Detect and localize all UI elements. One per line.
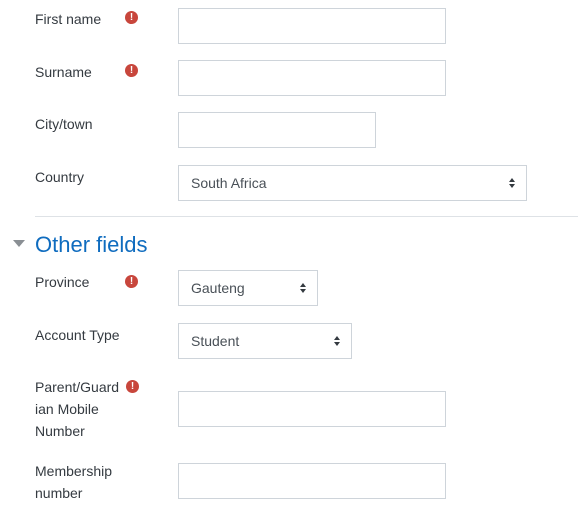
first-name-input[interactable]: [178, 8, 446, 44]
parent-mobile-label-line3: Number: [35, 423, 85, 439]
membership-label-line2: number: [35, 485, 83, 501]
required-icon: !: [126, 380, 139, 393]
province-selected-value: Gauteng: [191, 280, 245, 296]
membership-label-line1: Membership: [35, 463, 113, 479]
country-label: Country: [35, 169, 85, 185]
required-icon: !: [125, 275, 138, 288]
account-type-select[interactable]: Student: [178, 323, 352, 359]
city-input[interactable]: [178, 112, 376, 148]
country-select[interactable]: South Africa: [178, 165, 527, 201]
required-icon: !: [125, 64, 138, 77]
first-name-label: First name: [35, 11, 102, 27]
country-selected-value: South Africa: [191, 175, 267, 191]
account-type-label: Account Type: [35, 327, 120, 343]
section-title-other-fields[interactable]: Other fields: [35, 230, 148, 260]
province-select[interactable]: Gauteng: [178, 270, 318, 306]
surname-input[interactable]: [178, 60, 446, 96]
required-icon: !: [125, 11, 138, 24]
province-label: Province: [35, 274, 90, 290]
parent-mobile-label-line2: ian Mobile: [35, 401, 99, 417]
sort-caret-icon: [300, 283, 306, 293]
caret-down-icon[interactable]: [13, 240, 25, 247]
membership-input[interactable]: [178, 463, 446, 499]
account-type-selected-value: Student: [191, 333, 240, 349]
surname-label: Surname: [35, 64, 92, 80]
sort-caret-icon: [509, 178, 515, 188]
parent-mobile-label-line1: Parent/Guard: [35, 379, 120, 395]
city-label: City/town: [35, 116, 93, 132]
parent-mobile-input[interactable]: [178, 391, 446, 427]
section-divider: [35, 216, 578, 217]
sort-caret-icon: [334, 336, 340, 346]
